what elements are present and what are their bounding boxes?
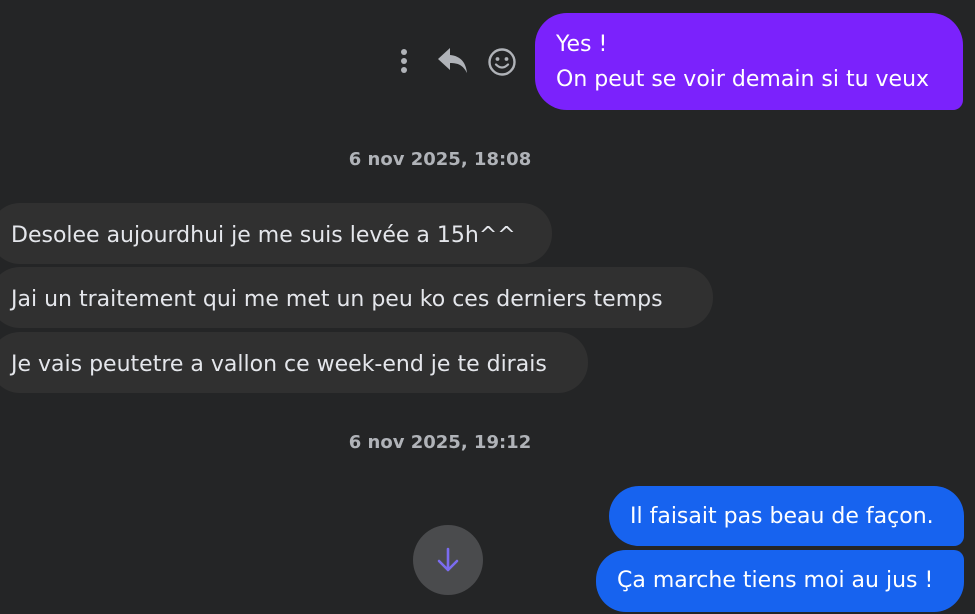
outgoing-message[interactable]: Il faisait pas beau de façon.: [609, 486, 964, 546]
arrow-down-icon: [437, 547, 459, 572]
message-line: Yes !: [556, 32, 608, 57]
incoming-message[interactable]: Jai un traitement qui me met un peu ko c…: [0, 267, 713, 328]
incoming-message[interactable]: Je vais peutetre a vallon ce week-end je…: [0, 332, 588, 393]
incoming-message[interactable]: Desolee aujourdhui je me suis levée a 15…: [0, 203, 552, 264]
reply-icon[interactable]: [436, 45, 470, 81]
emoji-reaction-icon[interactable]: [485, 45, 519, 83]
timestamp-separator: 6 nov 2025, 18:08: [348, 149, 532, 170]
timestamp-separator: 6 nov 2025, 19:12: [348, 432, 532, 453]
outgoing-message[interactable]: Ça marche tiens moi au jus !: [596, 550, 964, 612]
outgoing-message[interactable]: Yes ! On peut se voir demain si tu veux: [535, 13, 963, 110]
scroll-to-bottom-button[interactable]: [413, 525, 483, 595]
message-text: Desolee aujourdhui je me suis levée a 15…: [11, 223, 516, 248]
chat-thread: Yes ! On peut se voir demain si tu veux …: [0, 0, 975, 614]
message-text: Je vais peutetre a vallon ce week-end je…: [11, 352, 547, 377]
message-text: Il faisait pas beau de façon.: [630, 504, 934, 529]
message-text: Ça marche tiens moi au jus !: [617, 568, 934, 593]
message-text: Jai un traitement qui me met un peu ko c…: [11, 287, 663, 312]
more-options-icon[interactable]: [393, 46, 415, 80]
message-line: On peut se voir demain si tu veux: [556, 67, 930, 92]
